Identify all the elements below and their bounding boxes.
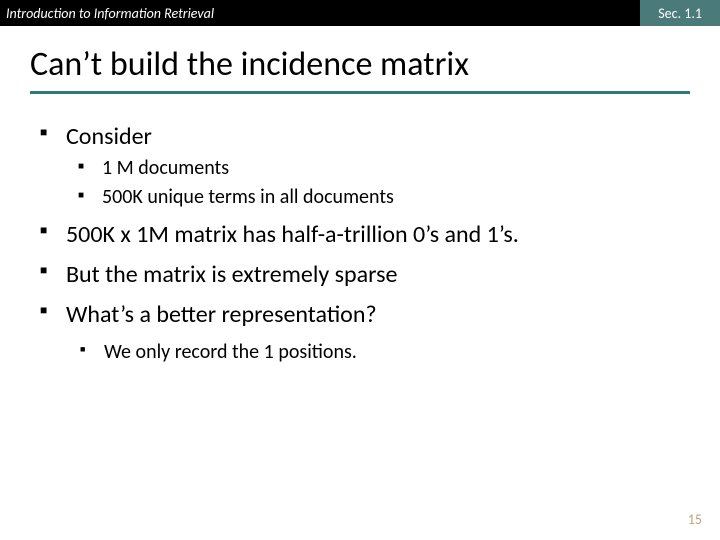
list-item: 500K x 1M matrix has half-a-trillion 0’s…: [40, 220, 690, 250]
list-item: Consider 1 M documents 500K unique terms…: [40, 122, 690, 210]
list-item: 500K unique terms in all documents: [78, 185, 690, 210]
slide: Introduction to Information Retrieval Se…: [0, 0, 720, 540]
list-item: We only record the 1 positions.: [80, 340, 690, 365]
sub-list: We only record the 1 positions.: [80, 340, 690, 365]
bullet-list: Consider 1 M documents 500K unique terms…: [40, 122, 690, 365]
list-item: 1 M documents: [78, 156, 690, 181]
title-area: Can’t build the incidence matrix: [0, 26, 720, 94]
top-bar: Introduction to Information Retrieval Se…: [0, 0, 720, 26]
list-item: What’s a better representation? We only …: [40, 300, 690, 365]
bullet-text: But the matrix is extremely sparse: [66, 260, 397, 289]
bullet-text: 500K unique terms in all documents: [102, 185, 394, 209]
list-item: But the matrix is extremely sparse: [40, 260, 690, 290]
sub-list: 1 M documents 500K unique terms in all d…: [78, 156, 690, 210]
bullet-text: 1 M documents: [102, 156, 229, 180]
bullet-text: Consider: [66, 122, 152, 151]
bullet-text: 500K x 1M matrix has half-a-trillion 0’s…: [66, 220, 519, 249]
section-badge: Sec. 1.1: [640, 0, 720, 26]
slide-title: Can’t build the incidence matrix: [30, 44, 690, 91]
course-title: Introduction to Information Retrieval: [0, 5, 214, 22]
bullet-text: We only record the 1 positions.: [104, 340, 357, 364]
bullet-text: What’s a better representation?: [66, 300, 377, 329]
page-number: 15: [688, 511, 702, 528]
content-area: Consider 1 M documents 500K unique terms…: [0, 94, 720, 365]
